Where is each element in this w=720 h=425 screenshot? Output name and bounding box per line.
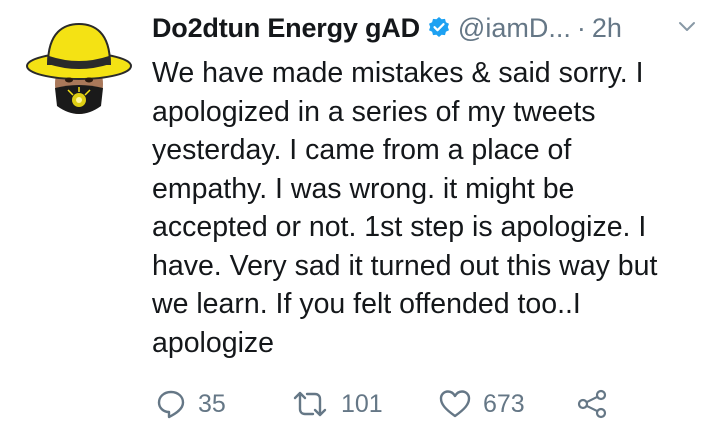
share-button[interactable]: [577, 386, 607, 422]
reply-button[interactable]: 35: [156, 386, 226, 422]
like-count: 673: [483, 389, 525, 418]
avatar[interactable]: [24, 14, 134, 124]
tweet-header: Do2dtun Energy gAD @iamD... · 2h: [152, 10, 700, 46]
reply-count: 35: [198, 389, 226, 418]
retweet-count: 101: [341, 389, 383, 418]
display-name[interactable]: Do2dtun Energy gAD: [152, 13, 420, 44]
tweet[interactable]: Do2dtun Energy gAD @iamD... · 2h We have…: [0, 0, 720, 425]
share-icon: [577, 389, 607, 419]
retweet-button[interactable]: 101: [291, 386, 383, 422]
like-button[interactable]: 673: [439, 386, 525, 422]
verified-badge-icon: [427, 16, 451, 40]
user-handle[interactable]: @iamD...: [458, 13, 571, 44]
caret-down-icon[interactable]: [678, 20, 696, 34]
like-icon: [439, 389, 471, 419]
tweet-text: We have made mistakes & said sorry. I ap…: [152, 57, 658, 359]
reply-icon: [156, 389, 186, 419]
avatar-image: [26, 22, 132, 114]
separator-dot: ·: [576, 12, 586, 43]
tweet-time[interactable]: 2h: [592, 13, 622, 44]
tweet-actions: 35 101 673: [156, 386, 676, 422]
retweet-icon: [291, 389, 329, 419]
